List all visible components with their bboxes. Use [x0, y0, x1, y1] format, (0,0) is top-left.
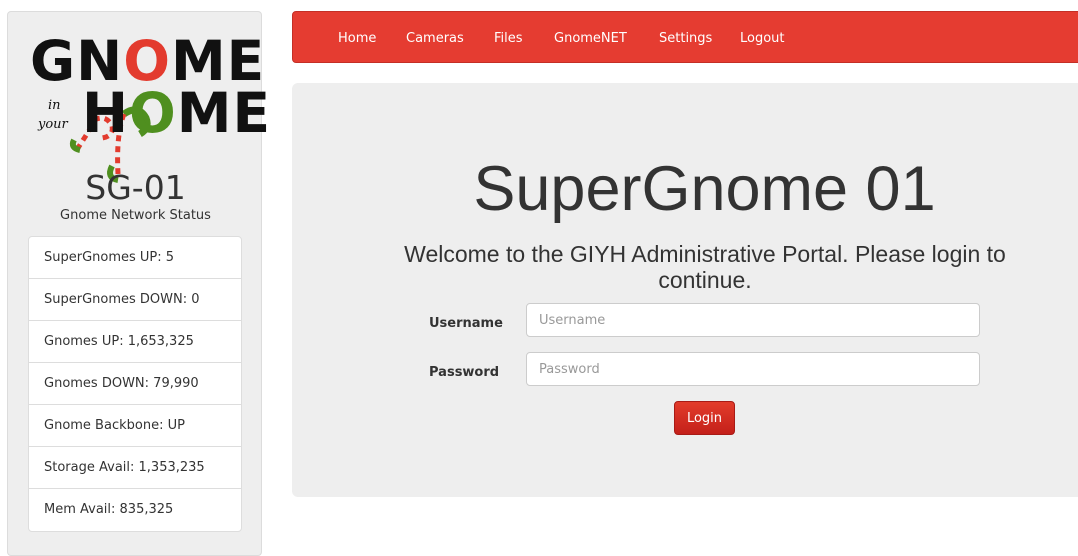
- login-panel: SuperGnome 01 Welcome to the GIYH Admini…: [292, 83, 1078, 497]
- logo-text-bottom: HOME: [82, 81, 272, 145]
- sidebar: GNOME in your HOME SG-01 Gnome Network S…: [7, 11, 270, 556]
- login-button[interactable]: Login: [674, 401, 735, 435]
- page-title: SuperGnome 01: [473, 154, 936, 224]
- nav-home-link[interactable]: Home: [338, 12, 376, 64]
- status-list: SuperGnomes UP: 5 SuperGnomes DOWN: 0 Gn…: [28, 236, 242, 532]
- logo-letter-o-green: O: [129, 81, 177, 145]
- status-item-gnomes-up: Gnomes UP: 1,653,325: [29, 321, 241, 363]
- status-item-gnomes-down: Gnomes DOWN: 79,990: [29, 363, 241, 405]
- logo-text-your: your: [38, 117, 68, 132]
- username-input[interactable]: [526, 303, 980, 337]
- device-name: SG-01: [85, 168, 186, 207]
- status-item-supergnomes-up: SuperGnomes UP: 5: [29, 237, 241, 279]
- top-navbar: Home Cameras Files GnomeNET Settings Log…: [292, 11, 1078, 63]
- password-label: Password: [429, 365, 500, 380]
- nav-settings-link[interactable]: Settings: [659, 12, 712, 64]
- nav-files-link[interactable]: Files: [494, 12, 523, 64]
- logo-text-in: in: [48, 98, 61, 113]
- status-item-mem-avail: Mem Avail: 835,325: [44, 502, 174, 517]
- gnome-in-your-home-logo: GNOME in your HOME: [28, 34, 270, 183]
- status-item-storage-avail: Storage Avail: 1,353,235: [29, 447, 241, 489]
- username-label: Username: [429, 316, 503, 331]
- logo-word-home: HOME: [82, 86, 271, 141]
- password-input[interactable]: [526, 352, 980, 386]
- welcome-message: Welcome to the GIYH Administrative Porta…: [404, 241, 1006, 293]
- status-item-gnome-backbone: Gnome Backbone: UP: [29, 405, 241, 447]
- nav-gnomenet-link[interactable]: GnomeNET: [554, 12, 627, 64]
- nav-cameras-link[interactable]: Cameras: [406, 12, 464, 64]
- status-item-supergnomes-down: SuperGnomes DOWN: 0: [29, 279, 241, 321]
- nav-logout-link[interactable]: Logout: [740, 12, 785, 64]
- network-status-heading: Gnome Network Status: [60, 208, 211, 223]
